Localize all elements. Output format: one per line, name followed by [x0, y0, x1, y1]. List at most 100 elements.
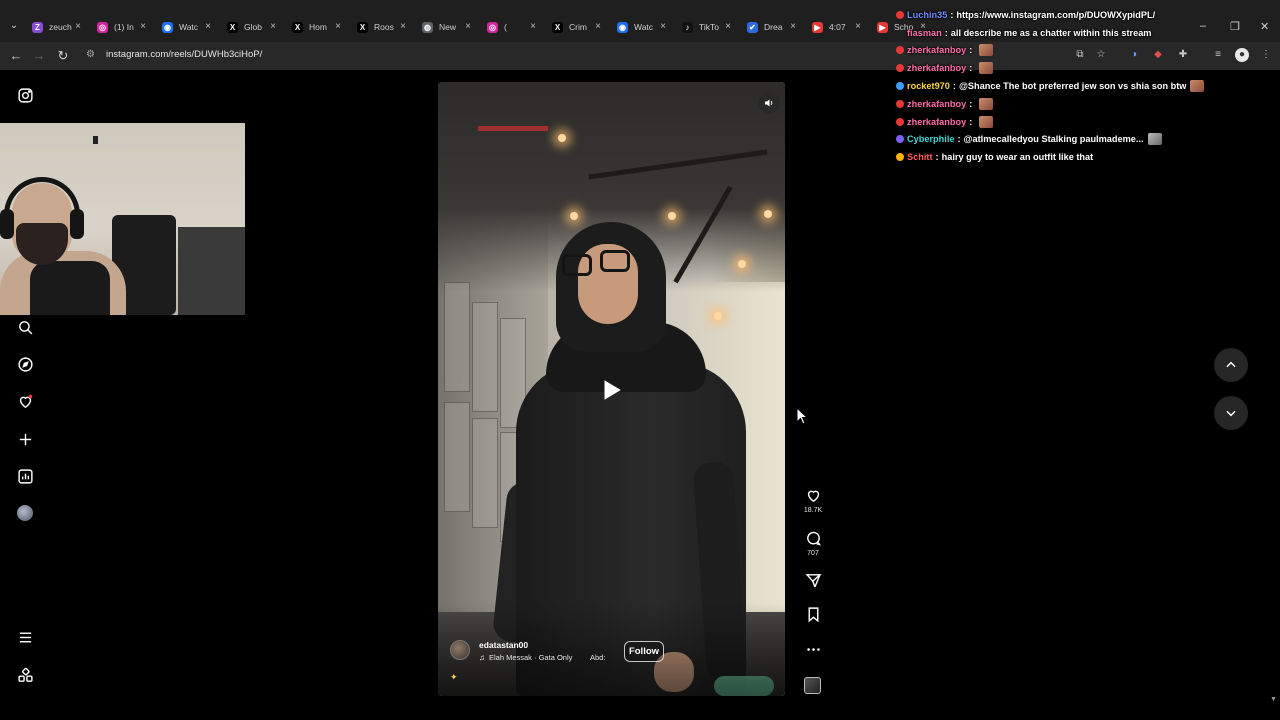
- chat-username[interactable]: zherkafanboy: [907, 99, 966, 109]
- tab-close-icon[interactable]: ×: [530, 21, 536, 33]
- create-plus-icon[interactable]: [16, 430, 34, 448]
- browser-tab[interactable]: ◎ (1) In ×: [91, 16, 156, 38]
- collab-icon: ✦: [450, 672, 458, 682]
- tab-close-icon[interactable]: ×: [660, 21, 666, 33]
- music-note-icon: ♫: [479, 653, 485, 662]
- bookmark-icon[interactable]: [805, 606, 822, 623]
- chat-badge-icon: [896, 29, 904, 37]
- browser-tab[interactable]: ◉ Watc ×: [611, 16, 676, 38]
- author-avatar[interactable]: [450, 640, 470, 660]
- chat-badge-icon: [896, 99, 904, 108]
- chat-text: @Shance The bot preferred jew son vs shi…: [958, 81, 1187, 92]
- chat-badge-icon: [896, 135, 904, 144]
- browser-tab[interactable]: Zzeuch ×: [26, 16, 91, 38]
- browser-tab[interactable]: X Hom ×: [286, 16, 351, 38]
- play-icon[interactable]: [584, 370, 638, 410]
- search-icon[interactable]: [16, 318, 34, 336]
- address-bar[interactable]: instagram.com/reels/DUWHb3ciHoP/: [106, 49, 262, 60]
- site-info-icon[interactable]: ⚙: [86, 49, 98, 61]
- chevron-up-icon: [1226, 361, 1236, 368]
- tab-title: Roos: [374, 22, 394, 32]
- browser-tab[interactable]: X Crim ×: [546, 16, 611, 38]
- author-username[interactable]: edatastan00: [479, 640, 528, 650]
- mute-toggle-icon[interactable]: [758, 92, 780, 114]
- tab-title: New: [439, 22, 457, 32]
- like-action[interactable]: 18.7K: [803, 487, 823, 514]
- also-from-meta-icon[interactable]: [16, 666, 34, 684]
- chat-emote-icon: [1190, 80, 1205, 93]
- next-reel-button[interactable]: [1214, 396, 1248, 430]
- chat-emote-icon: [979, 97, 994, 110]
- instagram-logo-icon[interactable]: [16, 86, 34, 104]
- chat-badge-icon: [896, 64, 904, 73]
- tab-close-icon[interactable]: ×: [270, 21, 276, 33]
- comment-action[interactable]: 707: [803, 530, 823, 557]
- chat-separator: :: [957, 134, 961, 145]
- browser-tab[interactable]: ◍ New ×: [416, 16, 481, 38]
- chat-username[interactable]: Cyberphile: [907, 134, 954, 144]
- more-options-action[interactable]: [803, 641, 823, 658]
- tab-search-icon[interactable]: ⌄: [6, 18, 22, 34]
- reel-video[interactable]: edatastan00 ♫ Elah Messak · Gata Only Ab…: [438, 82, 785, 696]
- tab-close-icon[interactable]: ×: [465, 21, 471, 33]
- browser-tab[interactable]: ◉ Watc ×: [156, 16, 221, 38]
- tab-title: (: [504, 22, 507, 32]
- follow-button[interactable]: Follow: [624, 641, 664, 662]
- chat-username[interactable]: rocket970: [907, 81, 950, 91]
- tab-favicon-icon: ✔: [747, 21, 758, 33]
- chat-username[interactable]: fiasman: [907, 28, 942, 38]
- tab-close-icon[interactable]: ×: [335, 21, 341, 33]
- audio-track-label[interactable]: Elah Messak · Gata Only: [489, 653, 572, 662]
- forward-icon[interactable]: →: [31, 47, 47, 65]
- reload-icon[interactable]: ↻: [55, 47, 71, 65]
- back-icon[interactable]: ←: [8, 47, 24, 65]
- chat-username[interactable]: zherkafanboy: [907, 63, 966, 73]
- chat-separator: :: [935, 152, 939, 163]
- more-dots-icon[interactable]: [805, 641, 822, 658]
- profile-avatar[interactable]: [16, 504, 34, 522]
- chat-username[interactable]: Luchin35: [907, 10, 947, 20]
- tab-close-icon[interactable]: ×: [595, 21, 601, 33]
- heart-icon[interactable]: [805, 487, 822, 504]
- tab-favicon-icon: ◎: [97, 21, 108, 33]
- tab-close-icon[interactable]: ×: [205, 21, 211, 33]
- scroll-down-icon[interactable]: ▼: [1270, 696, 1277, 703]
- tab-favicon-icon: X: [292, 21, 303, 33]
- browser-tab[interactable]: ✔ Drea ×: [741, 16, 806, 38]
- chat-text: https://www.instagram.com/p/DUOWXypidPL/: [956, 9, 1156, 20]
- send-icon[interactable]: [805, 572, 822, 589]
- browser-tab[interactable]: ♪ TikTo ×: [676, 16, 741, 38]
- browser-tab[interactable]: X Roos ×: [351, 16, 416, 38]
- dashboard-chart-icon[interactable]: [16, 467, 34, 485]
- tab-close-icon[interactable]: ×: [855, 21, 861, 33]
- chat-separator: :: [969, 98, 973, 109]
- tab-close-icon[interactable]: ×: [400, 21, 406, 33]
- tab-favicon-icon: ▶: [877, 21, 888, 33]
- tab-title: Hom: [309, 22, 327, 32]
- tab-title: Drea: [764, 22, 783, 32]
- save-action[interactable]: [803, 606, 823, 623]
- chat-message: zherkafanboy:: [896, 42, 1280, 60]
- browser-tab[interactable]: X Glob ×: [221, 16, 286, 38]
- chat-separator: :: [950, 9, 954, 20]
- tab-close-icon[interactable]: ×: [75, 21, 81, 33]
- chat-username[interactable]: zherkafanboy: [907, 45, 966, 55]
- explore-compass-icon[interactable]: [16, 355, 34, 373]
- previous-reel-button[interactable]: [1214, 348, 1248, 382]
- more-menu-icon[interactable]: [16, 628, 34, 646]
- chat-username[interactable]: zherkafanboy: [907, 117, 966, 127]
- browser-tab[interactable]: ▶ 4:07 ×: [806, 16, 871, 38]
- tab-close-icon[interactable]: ×: [725, 21, 731, 33]
- browser-tab[interactable]: ◎ ( ×: [481, 16, 546, 38]
- share-action[interactable]: [803, 572, 823, 589]
- notifications-heart-icon[interactable]: [16, 392, 34, 410]
- tab-title: Glob: [244, 22, 262, 32]
- tab-favicon-icon: ▶: [812, 21, 823, 33]
- tab-favicon-icon: ◎: [487, 21, 498, 33]
- tab-favicon-icon: ◍: [422, 21, 433, 33]
- audio-thumbnail[interactable]: [804, 677, 821, 694]
- comment-icon[interactable]: [805, 530, 822, 547]
- tab-close-icon[interactable]: ×: [140, 21, 146, 33]
- tab-close-icon[interactable]: ×: [790, 21, 796, 33]
- chat-username[interactable]: Schitt: [907, 152, 933, 162]
